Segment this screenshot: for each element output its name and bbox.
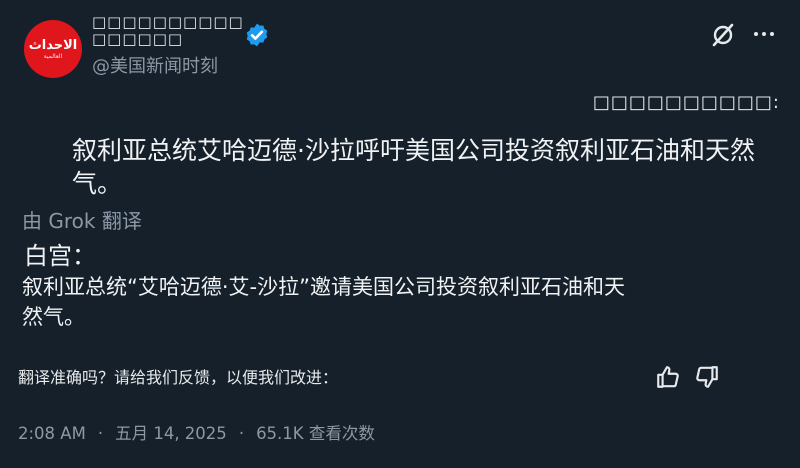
display-name[interactable]: □□□□□□□□□□□□□□□□ — [92, 14, 257, 48]
translation-feedback-prompt: 翻译准确吗？请给我们反馈，以便我们改进： — [18, 368, 339, 387]
meta-separator: · — [238, 424, 245, 443]
translated-by-grok-link[interactable]: 由 Grok 翻译 — [22, 205, 142, 234]
verified-badge-icon — [246, 23, 268, 47]
post-views[interactable]: 65.1K 查看次数 — [256, 424, 375, 443]
avatar-text: الاحداث — [28, 37, 78, 53]
thumbs-down-icon[interactable] — [694, 364, 720, 390]
post-meta: 2:08 AM · 五月 14, 2025 · 65.1K 查看次数 — [18, 420, 375, 444]
avatar-subtext: العالمية — [43, 52, 63, 60]
grok-icon[interactable] — [710, 22, 736, 48]
post-date[interactable]: 五月 14, 2025 — [115, 424, 227, 443]
more-icon[interactable] — [752, 24, 776, 44]
account-handle[interactable]: @美国新闻时刻 — [92, 52, 218, 78]
post-text: 叙利亚总统艾哈迈德·沙拉呼吁美国公司投资叙利亚石油和天然气。 — [72, 136, 755, 198]
avatar[interactable]: الاحداث العالمية — [24, 20, 82, 78]
thumbs-up-icon[interactable] — [655, 364, 681, 390]
post-time[interactable]: 2:08 AM — [18, 424, 86, 443]
translation-text: 叙利亚总统“艾哈迈德·艾-沙拉”邀请美国公司投资叙利亚石油和天然气。 — [22, 275, 626, 329]
translation-heading: 白宫： — [24, 242, 96, 270]
post-source-label: □□□□□□□□□□: — [592, 92, 780, 113]
meta-separator: · — [97, 424, 104, 443]
